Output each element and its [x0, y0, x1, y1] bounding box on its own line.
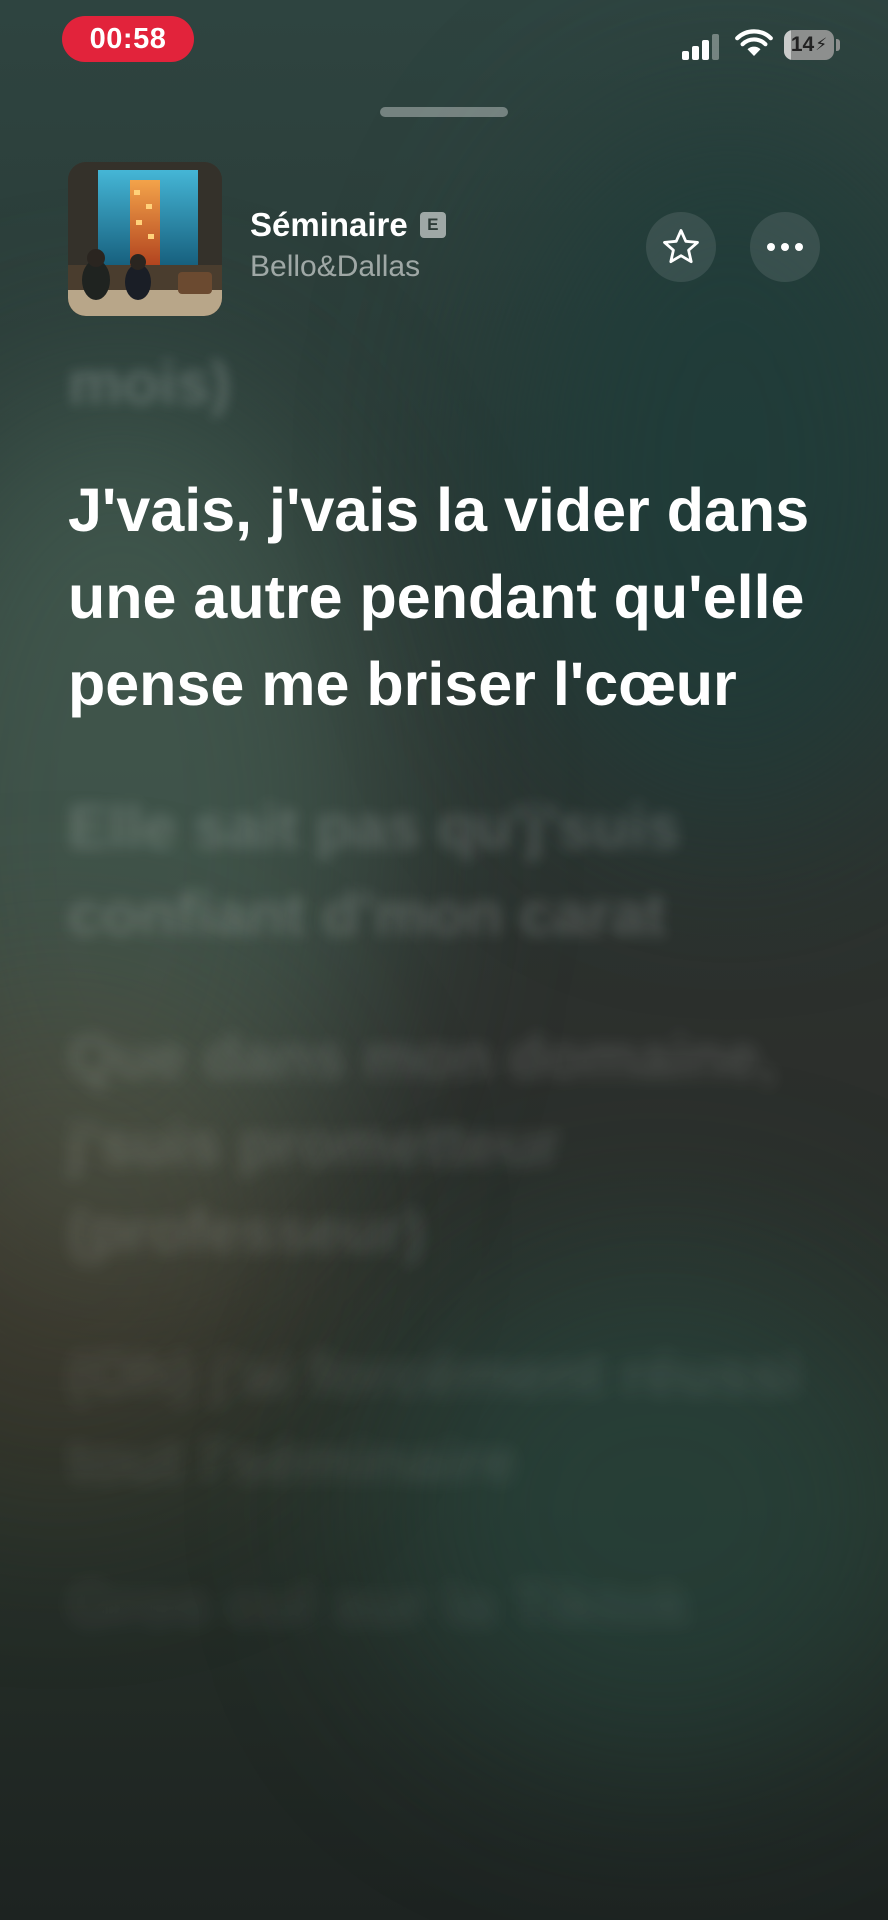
lyric-line-upcoming[interactable]: Elle sait pas qu'j'suis confiant d'mon c… — [68, 784, 838, 958]
battery-cap — [836, 39, 840, 51]
star-icon — [663, 229, 699, 264]
lyric-line-previous[interactable]: mois) — [68, 340, 838, 427]
track-artist[interactable]: Bello&Dallas — [250, 250, 420, 284]
lyric-line-current[interactable]: J'vais, j'vais la vider dans une autre p… — [68, 467, 838, 728]
more-options-button[interactable] — [750, 212, 820, 282]
artwork-image — [68, 162, 222, 316]
charging-bolt-icon: ⚡ — [815, 35, 828, 54]
lyric-line-upcoming[interactable]: Gros cul sur la Tiktok — [68, 1561, 838, 1648]
battery-icon: 14 ⚡ — [784, 30, 834, 60]
track-title: Séminaire — [250, 206, 408, 243]
wifi-icon — [735, 29, 773, 56]
lyric-line-upcoming[interactable]: (Oh) j'ai forcément réussi tout l'sémina… — [68, 1331, 838, 1505]
cellular-signal-icon — [682, 32, 722, 60]
album-artwork[interactable] — [68, 162, 222, 316]
sheet-grabber[interactable] — [380, 107, 508, 117]
status-bar: 00:58 14 ⚡ — [0, 0, 888, 80]
status-time[interactable]: 00:58 — [62, 16, 194, 62]
ellipsis-icon — [767, 243, 803, 251]
lyrics-list: mois) J'vais, j'vais la vider dans une a… — [68, 340, 838, 1648]
favorite-button[interactable] — [646, 212, 716, 282]
battery-percent: 14 — [790, 33, 815, 56]
track-title-row[interactable]: Séminaire E — [250, 206, 446, 244]
lyrics-screen: 00:58 14 ⚡ Séminaire E Bello&Dallas mois… — [0, 0, 888, 1920]
explicit-badge: E — [419, 212, 446, 238]
lyric-line-upcoming[interactable]: Que dans mon domaine, j'suis prometteur … — [68, 1014, 838, 1275]
